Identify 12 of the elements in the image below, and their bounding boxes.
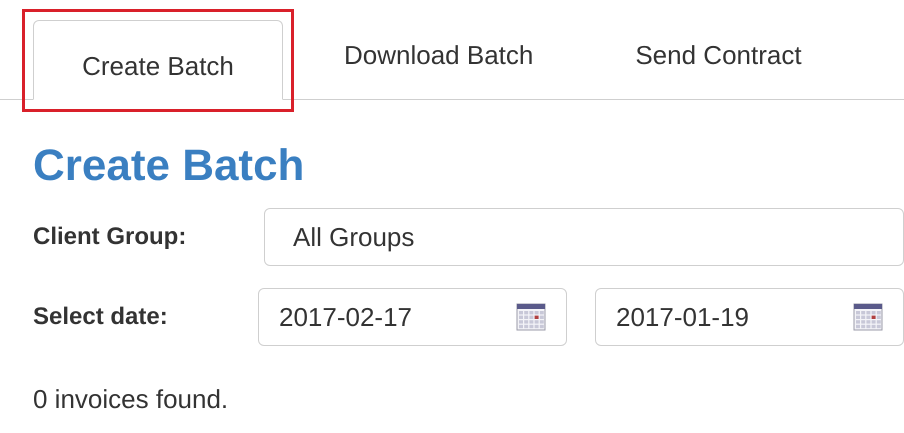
results-count: 0 invoices found. [32, 383, 230, 416]
calendar-icon[interactable] [516, 303, 546, 331]
group-select[interactable]: All Groups [264, 208, 904, 266]
date-field[interactable]: 2017-02-17 [258, 288, 567, 346]
date-field[interactable]: 2017-01-19 [595, 288, 904, 346]
tab[interactable]: Send Contract [594, 20, 843, 100]
field-label: Client Group: [33, 222, 188, 252]
page-heading: Create Batch [32, 140, 306, 192]
field-label: Select date: [33, 302, 169, 332]
calendar-icon[interactable] [853, 303, 883, 331]
tab[interactable]: Download Batch [303, 20, 574, 100]
tab[interactable]: Create Batch [33, 20, 283, 100]
